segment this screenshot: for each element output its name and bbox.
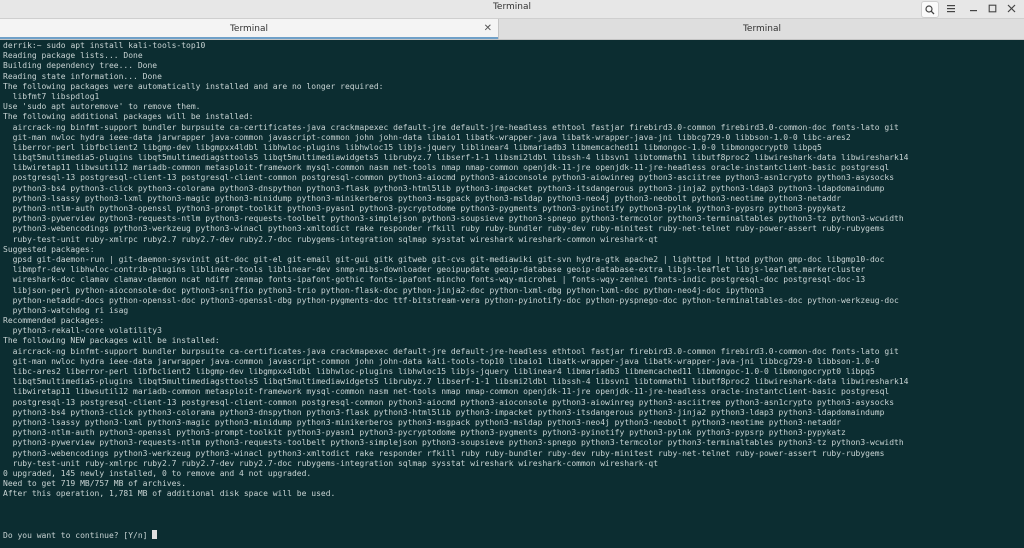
output-line: libjson-perl python-aioconsole-doc pytho… (3, 285, 764, 295)
maximize-icon[interactable] (984, 1, 1000, 16)
output-line: Reading package lists... Done (3, 51, 143, 61)
output-line: Suggested packages: (3, 244, 95, 254)
output-line: aircrack-ng binfmt-support bundler burps… (3, 346, 899, 356)
shell-prompt: derrik:~ (3, 41, 47, 50)
tab-label: Terminal (742, 24, 782, 34)
output-line: libwiretap11 libwsutil12 mariadb-common … (3, 387, 890, 397)
output-line: Need to get 719 MB/757 MB of archives. (3, 479, 187, 489)
tab-bar: Terminal ✕ Terminal (0, 19, 1024, 40)
output-line: python3-rekall-core volatility3 (3, 326, 162, 336)
output-line: libqt5multimedia5-plugins libqt5multimed… (3, 153, 909, 163)
output-line: gpsd git-daemon-run | git-daemon-sysvini… (3, 254, 885, 264)
output-line: libmpfr-dev libhwloc-contrib-plugins lib… (3, 265, 866, 275)
continue-prompt: Do you want to continue? [Y/n] (3, 531, 153, 540)
output-line: 0 upgraded, 145 newly installed, 0 to re… (3, 468, 312, 478)
search-icon[interactable] (921, 1, 939, 18)
tab-terminal-1[interactable]: Terminal ✕ (0, 19, 499, 39)
output-line: python3-pywerview python3-requests-ntlm … (3, 214, 904, 224)
output-line: Recommended packages: (3, 316, 105, 326)
output-line: Use 'sudo apt autoremove' to remove them… (3, 102, 201, 112)
window-title: Terminal (492, 2, 532, 12)
output-line: python3-watchdog ri isag (3, 305, 129, 315)
close-icon[interactable] (1003, 1, 1019, 16)
output-line: python3-bs4 python3-click python3-colora… (3, 183, 885, 193)
hamburger-menu-icon[interactable] (943, 1, 959, 16)
output-line: liberror-perl libfbclient2 libgmp-dev li… (3, 142, 822, 152)
output-line: python-netaddr-docs python-openssl-doc p… (3, 295, 899, 305)
continue-prompt-line[interactable]: Do you want to continue? [Y/n] (3, 530, 1024, 540)
output-line: postgresql-13 postgresql-client-13 postg… (3, 173, 895, 183)
output-line: python3-ntlm-auth python3-openssl python… (3, 204, 846, 213)
minimize-icon[interactable] (965, 1, 981, 16)
terminal-output[interactable]: derrik:~ sudo apt install kali-tools-top… (0, 41, 1024, 548)
command-text: sudo apt install kali-tools-top10 (46, 41, 206, 50)
output-line: postgresql-13 postgresql-client-13 postg… (3, 397, 895, 407)
output-line: After this operation, 1,781 MB of additi… (3, 489, 336, 499)
command-line: derrik:~ sudo apt install kali-tools-top… (3, 41, 1024, 51)
output-line: python3-webencodings python3-werkzeug py… (3, 224, 885, 234)
output-line: python3-webencodings python3-werkzeug py… (3, 448, 885, 458)
output-line: libqt5multimedia5-plugins libqt5multimed… (3, 377, 909, 387)
output-line: The following NEW packages will be insta… (3, 336, 220, 346)
output-line: libc-ares2 liberror-perl libfbclient2 li… (3, 367, 875, 376)
output-line: python3-lsassy python3-lxml python3-magi… (3, 417, 842, 427)
output-line: python3-lsassy python3-lxml python3-magi… (3, 193, 842, 203)
output-line: The following packages were automaticall… (3, 81, 384, 91)
output-line: libwiretap11 libwsutil12 mariadb-common … (3, 163, 890, 173)
tab-label: Terminal (229, 24, 269, 34)
text-cursor (152, 530, 158, 539)
output-line: libfmt7 libspdlog1 (3, 91, 100, 101)
tab-close-icon[interactable]: ✕ (484, 23, 492, 34)
output-line: wireshark-doc clamav clamav-daemon ncat … (3, 275, 866, 285)
output-line: python3-pywerview python3-requests-ntlm … (3, 438, 904, 448)
output-line: python3-ntlm-auth python3-openssl python… (3, 428, 846, 438)
output-line: python3-bs4 python3-click python3-colora… (3, 407, 885, 417)
tab-terminal-2[interactable]: Terminal (500, 19, 1024, 39)
output-line: aircrack-ng binfmt-support bundler burps… (3, 122, 899, 132)
output-line: ruby-test-unit ruby-xmlrpc ruby2.7 ruby2… (3, 458, 659, 468)
output-line: Building dependency tree... Done (3, 61, 158, 71)
output-line: git-man nwloc hydra ieee-data jarwrapper… (3, 356, 880, 366)
output-line: Reading state information... Done (3, 71, 162, 81)
output-line: git-man nwloc hydra ieee-data jarwrapper… (3, 132, 851, 142)
window-titlebar: Terminal (0, 0, 1024, 19)
output-line: ruby-test-unit ruby-xmlrpc ruby2.7 ruby2… (3, 234, 659, 244)
output-line: The following additional packages will b… (3, 112, 254, 122)
